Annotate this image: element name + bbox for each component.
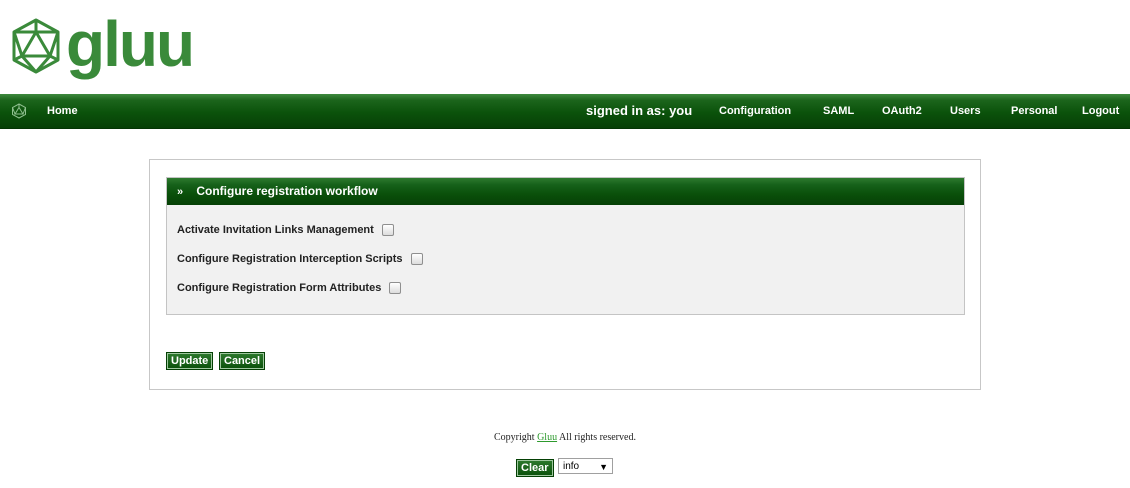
copyright-prefix: Copyright [494,432,535,443]
gluu-nav-icon [12,103,26,119]
form-attributes-checkbox[interactable] [389,282,402,294]
panel-title: Configure registration workflow [196,184,378,198]
copyright-notice: Copyright Gluu All rights reserved. [0,432,1130,443]
dropdown-arrow-icon: ▼ [599,462,608,472]
content-card: » Configure registration workflow Activa… [149,159,981,390]
nav-users[interactable]: Users [950,94,981,128]
interception-scripts-checkbox[interactable] [410,253,423,265]
option-row-form-attributes: Configure Registration Form Attributes [177,280,402,296]
update-button[interactable]: Update [166,352,214,370]
panel-header[interactable]: » Configure registration workflow [167,178,964,205]
copyright-suffix: All rights reserved. [559,432,636,443]
gluu-link[interactable]: Gluu [537,432,557,443]
invitation-links-checkbox[interactable] [381,224,394,236]
option-label: Configure Registration Interception Scri… [177,253,403,265]
nav-saml[interactable]: SAML [823,94,854,128]
log-level-select[interactable]: info ▼ [558,458,613,474]
cancel-button[interactable]: Cancel [219,352,266,370]
gluu-logo: gluu [8,8,208,86]
option-row-invitation-links: Activate Invitation Links Management [177,222,394,238]
gluu-icosahedron-icon [12,18,60,74]
registration-workflow-panel: » Configure registration workflow Activa… [166,177,965,315]
option-label: Configure Registration Form Attributes [177,282,382,294]
signed-in-label: signed in as: you [586,103,693,118]
logo-text: gluu [66,8,193,80]
nav-personal[interactable]: Personal [1011,94,1057,128]
nav-oauth2[interactable]: OAuth2 [882,94,922,128]
option-row-interception-scripts: Configure Registration Interception Scri… [177,251,423,267]
nav-configuration[interactable]: Configuration [719,94,791,128]
option-label: Activate Invitation Links Management [177,224,374,236]
clear-button[interactable]: Clear [516,459,554,477]
nav-home[interactable]: Home [47,94,78,128]
log-level-value: info [563,461,580,472]
top-navbar: Home signed in as: you Configuration SAM… [0,94,1130,129]
nav-logout[interactable]: Logout [1082,94,1119,128]
double-chevron-down-icon: » [177,186,184,198]
